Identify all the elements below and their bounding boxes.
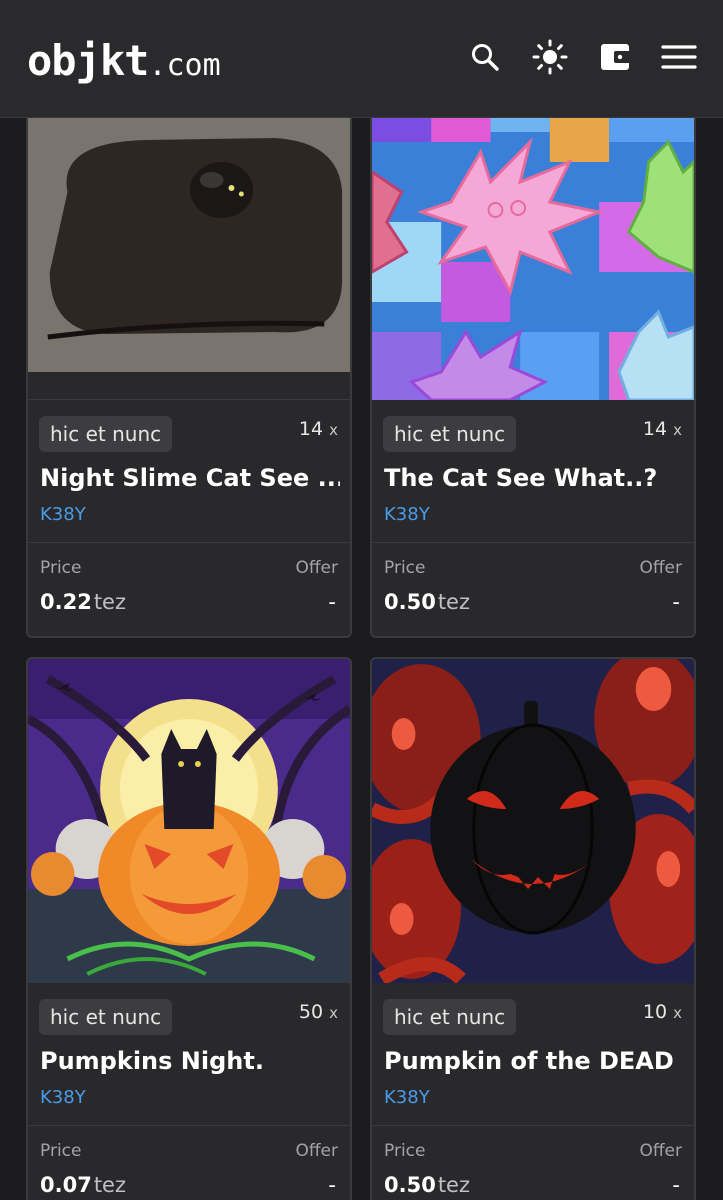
artwork-image[interactable]	[372, 659, 694, 983]
nft-card[interactable]: hic et nunc 14 x The Cat See What..? K38Y…	[370, 80, 696, 638]
editions-number: 50	[298, 1001, 324, 1023]
artist-link[interactable]: K38Y	[40, 504, 86, 525]
image-padding-strip	[28, 372, 350, 400]
artwork-image[interactable]	[28, 659, 350, 983]
artwork-image[interactable]	[372, 82, 694, 400]
offer-label: Offer	[295, 1141, 338, 1161]
top-nav-bar: objkt.com	[0, 0, 723, 118]
price-value[interactable]: 0.07tez	[40, 1173, 126, 1197]
site-logo[interactable]: objkt.com	[27, 36, 221, 85]
price-label: Price	[40, 1141, 82, 1161]
offer-label: Offer	[295, 558, 338, 578]
offer-value[interactable]: -	[672, 590, 680, 614]
platform-tag[interactable]: hic et nunc	[39, 416, 173, 452]
nft-grid: hic et nunc 14 x Night Slime Cat See ... …	[0, 0, 723, 1200]
logo-main: objkt	[27, 36, 149, 85]
search-icon[interactable]	[464, 36, 506, 78]
editions-number: 14	[642, 418, 668, 440]
nft-title[interactable]: The Cat See What..?	[384, 464, 684, 492]
offer-value[interactable]: -	[328, 590, 336, 614]
price-value[interactable]: 0.50tez	[384, 590, 470, 614]
editions-suffix: x	[673, 1004, 682, 1022]
nft-title[interactable]: Night Slime Cat See ...	[40, 464, 340, 492]
price-amount: 0.07	[40, 1173, 92, 1197]
editions-suffix: x	[673, 421, 682, 439]
divider	[28, 542, 350, 543]
platform-tag[interactable]: hic et nunc	[383, 416, 517, 452]
price-unit: tez	[93, 1173, 127, 1197]
nft-card[interactable]: hic et nunc 14 x Night Slime Cat See ... …	[26, 80, 352, 638]
editions-count: 14 x	[643, 418, 682, 440]
price-amount: 0.50	[384, 590, 436, 614]
price-amount: 0.22	[40, 590, 92, 614]
editions-count: 14 x	[299, 418, 338, 440]
offer-value[interactable]: -	[328, 1173, 336, 1197]
price-unit: tez	[437, 590, 471, 614]
offer-label: Offer	[639, 558, 682, 578]
platform-tag[interactable]: hic et nunc	[383, 999, 517, 1035]
editions-number: 14	[298, 418, 324, 440]
artist-link[interactable]: K38Y	[384, 1087, 430, 1108]
menu-icon[interactable]	[658, 36, 700, 78]
editions-count: 50 x	[299, 1001, 338, 1023]
price-label: Price	[384, 558, 426, 578]
price-unit: tez	[93, 590, 127, 614]
logo-tld: .com	[148, 48, 221, 83]
price-value[interactable]: 0.50tez	[384, 1173, 470, 1197]
artwork-image[interactable]	[28, 82, 350, 400]
editions-count: 10 x	[643, 1001, 682, 1023]
offer-label: Offer	[639, 1141, 682, 1161]
nft-title[interactable]: Pumpkins Night.	[40, 1047, 340, 1075]
sun-icon[interactable]	[529, 36, 571, 78]
offer-value[interactable]: -	[672, 1173, 680, 1197]
artist-link[interactable]: K38Y	[384, 504, 430, 525]
wallet-icon[interactable]	[595, 36, 637, 78]
price-unit: tez	[437, 1173, 471, 1197]
platform-tag[interactable]: hic et nunc	[39, 999, 173, 1035]
divider	[372, 542, 694, 543]
editions-suffix: x	[329, 1004, 338, 1022]
divider	[372, 1125, 694, 1126]
editions-number: 10	[642, 1001, 668, 1023]
price-amount: 0.50	[384, 1173, 436, 1197]
price-label: Price	[384, 1141, 426, 1161]
divider	[28, 1125, 350, 1126]
nft-card[interactable]: hic et nunc 50 x Pumpkins Night. K38Y Pri…	[26, 657, 352, 1200]
nft-card[interactable]: hic et nunc 10 x Pumpkin of the DEAD K38Y…	[370, 657, 696, 1200]
price-value[interactable]: 0.22tez	[40, 590, 126, 614]
nft-title[interactable]: Pumpkin of the DEAD	[384, 1047, 684, 1075]
editions-suffix: x	[329, 421, 338, 439]
artist-link[interactable]: K38Y	[40, 1087, 86, 1108]
price-label: Price	[40, 558, 82, 578]
